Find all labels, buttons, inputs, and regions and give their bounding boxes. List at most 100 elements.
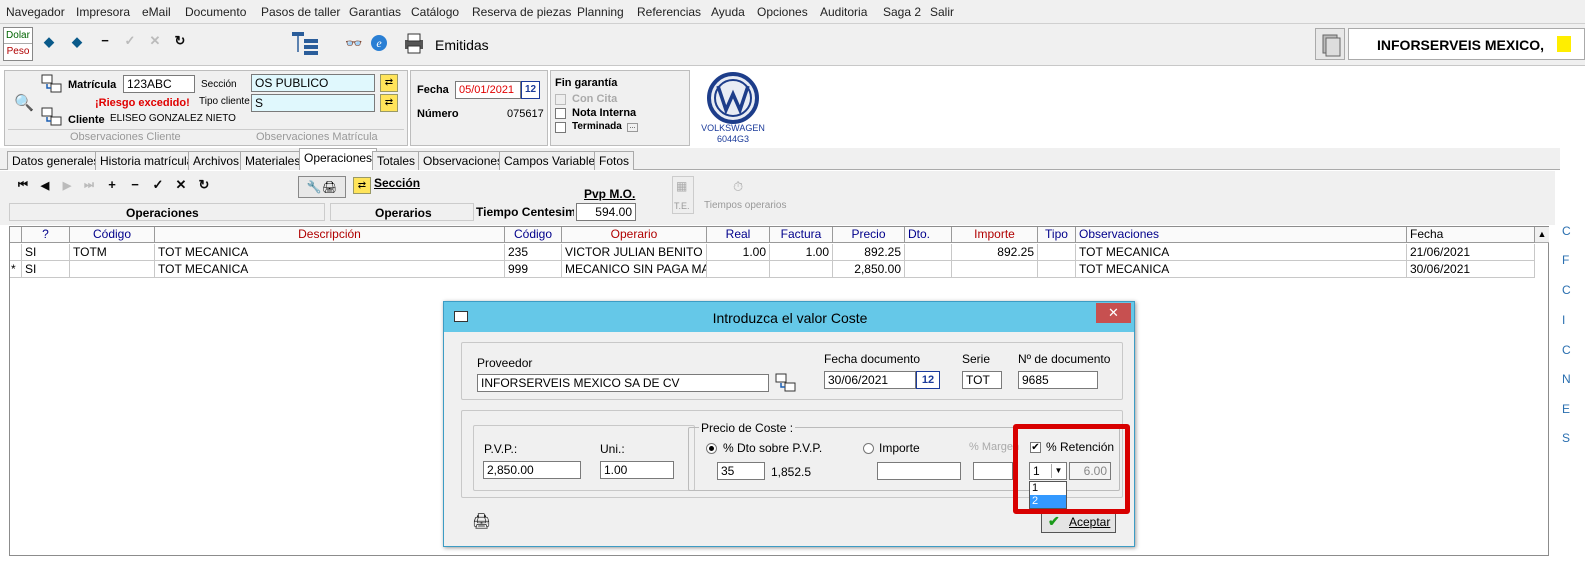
terminada-ellipsis-button[interactable]: ... [627,123,638,132]
table-cell[interactable]: 1.00 [707,244,770,261]
table-cell[interactable]: 21/06/2021 [1407,244,1535,261]
menu-documento[interactable]: Documento [185,5,246,19]
proveedor-field[interactable]: INFORSERVEIS MEXICO SA DE CV [477,374,769,392]
currency-toggle[interactable]: Dolar Peso [3,27,33,61]
obs-matricula-button[interactable]: Observaciones Matrícula [256,131,378,143]
documents-icon[interactable] [1315,28,1345,60]
table-cell[interactable] [905,261,952,278]
retencion-value-field[interactable]: 6.00 [1069,462,1111,480]
seccion-link[interactable]: Sección [374,176,420,190]
table-cell[interactable]: 892.25 [952,244,1038,261]
binoculars-icon[interactable]: 👓 [345,35,362,52]
grid-header-operario[interactable]: Operario [562,227,707,243]
grid-header-q[interactable]: ? [22,227,70,243]
grid-header-importe[interactable]: Importe [952,227,1038,243]
tab-archivos[interactable]: Archivos [188,151,245,170]
menu-planning[interactable]: Planning [577,5,624,19]
matricula-field[interactable]: 123ABC [123,75,195,93]
forward-arrow-icon[interactable]: ◆ [68,34,86,50]
accept-button[interactable]: ✔ Aceptar [1041,511,1116,533]
grid-header-dto[interactable]: Dto. [905,227,952,243]
nota-interna-checkbox[interactable] [555,108,566,119]
dropdown-option[interactable]: 1 [1030,482,1066,495]
tipo-cliente-field[interactable]: S [251,94,375,112]
table-cell[interactable]: TOT MECANICA [155,244,505,261]
printer-icon[interactable]: 🖨 [472,512,491,530]
table-cell[interactable]: TOTM [70,244,155,261]
side-link[interactable]: F [1562,253,1569,267]
importe-radio[interactable] [863,443,874,454]
tools-print-button[interactable]: 🔧🖨 [298,176,346,198]
table-cell[interactable] [770,261,833,278]
tab-datos-generales[interactable]: Datos generales [7,151,105,170]
table-cell[interactable]: SI [22,261,70,278]
menu-navegador[interactable]: Navegador [6,5,65,19]
first-record-icon[interactable]: ⏮ [14,179,32,192]
prev-record-icon[interactable]: ◀ [36,179,54,192]
table-cell[interactable]: VICTOR JULIAN BENITO [562,244,707,261]
table-cell[interactable]: SI [22,244,70,261]
menu-email[interactable]: eMail [142,5,171,19]
tab-materiales[interactable]: Materiales [240,151,306,170]
side-link[interactable]: C [1562,343,1571,357]
menu-garantias[interactable]: Garantias [349,5,401,19]
seccion-field[interactable]: OS PUBLICO [251,74,375,92]
proveedor-lookup-icon[interactable] [775,373,797,393]
serie-field[interactable]: TOT [962,371,1002,389]
obs-cliente-button[interactable]: Observaciones Cliente [70,131,181,143]
table-cell[interactable]: 30/06/2021 [1407,261,1535,278]
menu-reserva-piezas[interactable]: Reserva de piezas [472,5,571,19]
table-cell[interactable]: 892.25 [833,244,905,261]
importe-field[interactable] [877,462,961,480]
grid-header-factura[interactable]: Factura [770,227,833,243]
pvp-field[interactable]: 2,850.00 [483,461,581,479]
table-cell[interactable]: 2,850.00 [833,261,905,278]
search-icon[interactable]: 🔍 [14,93,34,113]
close-button[interactable]: ✕ [1096,303,1131,323]
delete-icon[interactable]: − [126,177,144,192]
tab-fotos[interactable]: Fotos [594,151,635,170]
menu-ayuda[interactable]: Ayuda [711,5,745,19]
add-icon[interactable]: + [103,177,121,192]
back-arrow-icon[interactable]: ◆ [40,34,58,50]
table-cell[interactable] [1038,261,1076,278]
table-cell[interactable]: TOT MECANICA [1076,244,1407,261]
refresh-icon[interactable]: ↻ [171,33,189,49]
calendar-icon[interactable]: 12 [916,371,940,389]
grid-header-real[interactable]: Real [707,227,770,243]
dto-radio[interactable] [706,443,717,454]
fecha-field[interactable]: 05/01/2021 [455,81,521,99]
seccion-select-icon[interactable]: ⇄ [353,177,371,194]
minus-icon[interactable]: − [96,33,114,48]
table-cell[interactable] [905,244,952,261]
cliente-link-icon[interactable] [41,107,63,127]
table-cell[interactable]: 235 [505,244,562,261]
tab-historia-matricula[interactable]: Historia matrícula [95,151,199,170]
menu-pasos-taller[interactable]: Pasos de taller [261,5,340,19]
table-cell[interactable]: 1.00 [770,244,833,261]
scroll-up-icon[interactable]: ▲ [1535,227,1549,243]
table-cell[interactable]: 999 [505,261,562,278]
chevron-down-icon[interactable]: ▼ [1051,464,1065,478]
table-cell[interactable] [70,261,155,278]
grid-header-tipo[interactable]: Tipo [1038,227,1076,243]
num-doc-field[interactable]: 9685 [1018,371,1098,389]
side-link[interactable]: E [1562,402,1570,416]
table-cell[interactable]: TOT MECANICA [1076,261,1407,278]
retencion-select[interactable]: 1 ▼ [1029,462,1067,480]
margen-field[interactable] [973,462,1013,480]
fecha-doc-field[interactable]: 30/06/2021 [824,371,916,389]
table-cell[interactable] [1038,244,1076,261]
table-cell[interactable] [952,261,1038,278]
grid-header-codigo-operario[interactable]: Código [505,227,562,243]
uni-field[interactable]: 1.00 [600,461,674,479]
last-record-icon[interactable]: ⏭ [80,179,98,192]
tree-view-icon[interactable] [290,30,320,56]
tipo-cliente-lookup-icon[interactable]: ⇄ [380,94,398,112]
next-record-icon[interactable]: ▶ [58,179,76,192]
retencion-checkbox[interactable]: ✔ [1030,442,1041,453]
check-icon[interactable]: ✓ [121,33,139,49]
currency-dolar[interactable]: Dolar [4,28,32,44]
menu-auditoria[interactable]: Auditoria [820,5,867,19]
menu-saga2[interactable]: Saga 2 [883,5,921,19]
